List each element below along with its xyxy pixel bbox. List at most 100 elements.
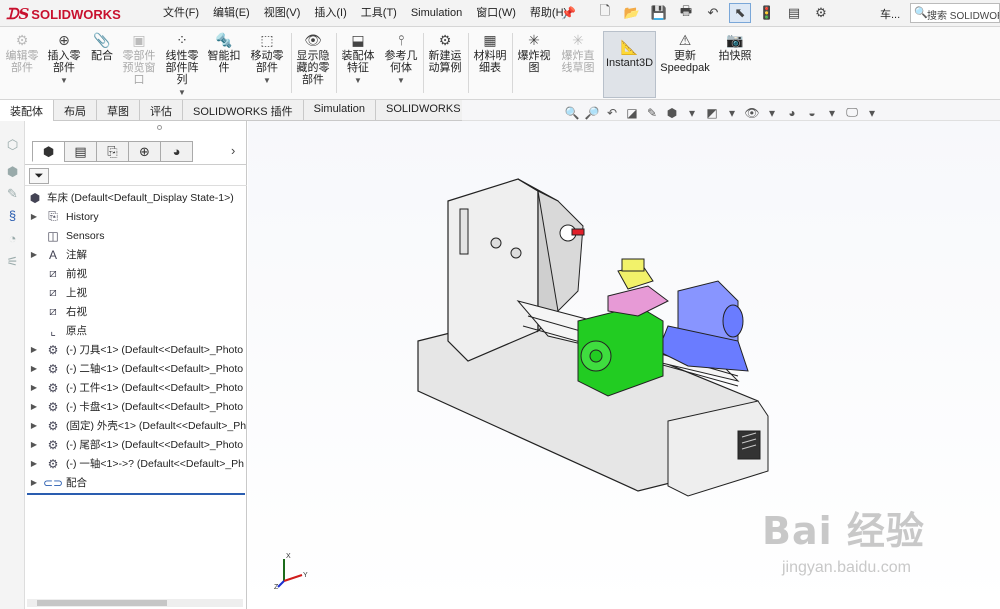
feature-manager-tab-icon[interactable]: ⬢ [32,141,65,162]
apply-scene-icon[interactable]: ◒ [804,106,820,120]
tab-layout[interactable]: 布局 [54,100,97,121]
tab-sketch[interactable]: 草图 [97,100,140,121]
linear-pattern-button[interactable]: ⁘ 线性零 部件阵 列 ▼ [162,31,202,99]
rollback-bar[interactable] [27,493,245,495]
print-icon[interactable]: 🖶 [675,3,697,23]
section-view-icon[interactable]: ◪ [624,106,640,120]
smart-fasteners-button[interactable]: 🔩 智能扣 件 [204,31,244,75]
view-orientation-icon[interactable]: ⬢ [664,106,680,120]
tree-root[interactable]: ⬢ 车床 (Default<Default_Display State-1>) [25,188,247,207]
chevron-down-icon[interactable]: ▾ [864,106,880,120]
expand-arrow-icon[interactable]: ▶ [29,383,39,392]
lathe-assembly-model[interactable] [408,171,808,501]
menu-tools[interactable]: 工具(T) [354,6,404,20]
tree-item-component[interactable]: ▶ ⚙ (-) 尾部<1> (Default<<Default>_Photo [25,435,247,454]
axis-triad[interactable]: Y X Z [274,551,314,591]
zoom-to-fit-icon[interactable]: 🔍 [564,106,580,120]
panel-grip-icon[interactable] [157,125,162,130]
tree-item-component[interactable]: ▶ ⚙ (-) 刀具<1> (Default<<Default>_Photo [25,340,247,359]
tree-item-component[interactable]: ▶ ⚙ (-) 工件<1> (Default<<Default>_Photo [25,378,247,397]
menu-window[interactable]: 窗口(W) [469,6,523,20]
tab-addins[interactable]: SOLIDWORKS 插件 [183,100,304,121]
expand-arrow-icon[interactable]: ▶ [29,459,39,468]
options-gear-icon[interactable]: ⚙ [810,3,832,23]
chevron-down-icon[interactable]: ▼ [60,75,68,87]
tree-item-sensors[interactable]: ◫ Sensors [25,226,247,245]
mate-icon[interactable]: § [4,208,21,225]
mate-button[interactable]: 📎 配合 [87,31,117,63]
display-manager-tab-icon[interactable]: ◕ [160,141,193,162]
update-speedpak-button[interactable]: ⚠ 更新 Speedpak [660,31,710,75]
bill-of-materials-button[interactable]: ▦ 材料明 细表 [470,31,510,75]
tree-item-history[interactable]: ▶ ⎘ History [25,207,247,226]
sketch-icon[interactable]: ✎ [4,186,21,203]
menu-file[interactable]: 文件(F) [156,6,206,20]
assembly-features-button[interactable]: ⬓ 装配体 特征 ▼ [338,31,378,87]
dynamic-annotation-icon[interactable]: ✎ [644,106,660,120]
chevron-down-icon[interactable]: ▾ [764,106,780,120]
tree-item-top-plane[interactable]: ⧄ 上视 [25,283,247,302]
chevron-right-icon[interactable]: › [231,143,235,158]
display-style-icon[interactable]: ◩ [704,106,720,120]
tree-item-component[interactable]: ▶ ⚙ (-) 卡盘<1> (Default<<Default>_Photo [25,397,247,416]
chevron-down-icon[interactable]: ▾ [684,106,700,120]
expand-arrow-icon[interactable]: ▶ [29,402,39,411]
insert-component-button[interactable]: ⊕ 插入零 部件 ▼ [44,31,84,87]
move-component-button[interactable]: ⬚ 移动零 部件 ▼ [247,31,287,87]
filter-icon[interactable]: ⏷ [29,168,49,184]
component-preview-button[interactable]: ▣ 零部件 预览窗 口 [119,31,159,87]
part-icon[interactable]: ⬢ [4,164,21,181]
pin-icon[interactable]: 📌 [561,6,576,20]
open-icon[interactable]: 📂 [621,3,643,23]
undo-icon[interactable]: ↶ [702,3,724,23]
tree-item-component[interactable]: ▶ ⚙ (-) 一轴<1>->? (Default<<Default>_Ph [25,454,247,473]
expand-arrow-icon[interactable]: ▶ [29,478,39,487]
reference-geometry-button[interactable]: ⫯ 参考几 何体 ▼ [381,31,421,87]
expand-arrow-icon[interactable]: ▶ [29,250,39,259]
hide-show-items-icon[interactable]: 👁 [744,106,760,120]
menu-edit[interactable]: 编辑(E) [206,6,257,20]
tree-item-front-plane[interactable]: ⧄ 前视 [25,264,247,283]
previous-view-icon[interactable]: ↶ [604,106,620,120]
dimxpert-tab-icon[interactable]: ⊕ [128,141,161,162]
explode-line-sketch-button[interactable]: ✳ 爆炸直 线草图 [557,31,599,75]
tree-item-right-plane[interactable]: ⧄ 右视 [25,302,247,321]
tab-evaluate[interactable]: 评估 [140,100,183,121]
search-input[interactable]: 🔍搜索 SOLIDWORKS [910,3,1000,23]
tree-item-component[interactable]: ▶ ⚙ (-) 二轴<1> (Default<<Default>_Photo [25,359,247,378]
show-hidden-components-button[interactable]: 👁 显示隐 藏的零 部件 [293,31,333,87]
horizontal-scrollbar[interactable] [27,599,243,607]
configuration-manager-tab-icon[interactable]: ⎘ [96,141,129,162]
chevron-down-icon[interactable]: ▼ [397,75,405,87]
chevron-down-icon[interactable]: ▾ [824,106,840,120]
new-motion-study-button[interactable]: ⚙ 新建运 动算例 [425,31,465,75]
save-icon[interactable]: 💾 [648,3,670,23]
edit-component-button[interactable]: ⚙ 编辑零 部件 [4,31,40,75]
expand-arrow-icon[interactable]: ▶ [29,345,39,354]
chevron-down-icon[interactable]: ▼ [178,87,186,99]
tab-simulation[interactable]: Simulation [304,100,376,121]
view-settings-icon[interactable]: 🖵 [844,105,860,120]
edit-appearance-icon[interactable]: ◕ [784,106,800,120]
expand-arrow-icon[interactable]: ▶ [29,212,39,221]
expand-arrow-icon[interactable]: ▶ [29,364,39,373]
graphics-viewport[interactable]: Y X Z Bai 经验 jingyan.baidu.com [248,121,1000,609]
zoom-to-area-icon[interactable]: 🔎 [584,106,600,120]
chevron-down-icon[interactable]: ▼ [354,75,362,87]
menu-insert[interactable]: 插入(I) [307,6,353,20]
instant3d-button[interactable]: 📐 Instant3D [603,31,656,98]
rebuild-icon[interactable]: 🚦 [756,3,778,23]
chevron-down-icon[interactable]: ▼ [263,75,271,87]
spring-icon[interactable]: ⚟ [4,254,21,271]
tree-item-mates[interactable]: ▶ ⊂⊃ 配合 [25,473,247,492]
select-icon[interactable]: ⬉ [729,3,751,23]
menu-simulation[interactable]: Simulation [404,6,469,20]
scrollbar-thumb[interactable] [37,600,167,606]
cube-icon[interactable]: ⬡ [4,137,21,154]
expand-arrow-icon[interactable]: ▶ [29,421,39,430]
property-manager-tab-icon[interactable]: ▤ [64,141,97,162]
exploded-view-button[interactable]: ✳ 爆炸视 图 [514,31,554,75]
tree-item-component[interactable]: ▶ ⚙ (固定) 外壳<1> (Default<<Default>_Ph [25,416,247,435]
appearance-icon[interactable]: ◔ [4,231,21,248]
new-icon[interactable]: 🗋 [594,3,616,23]
